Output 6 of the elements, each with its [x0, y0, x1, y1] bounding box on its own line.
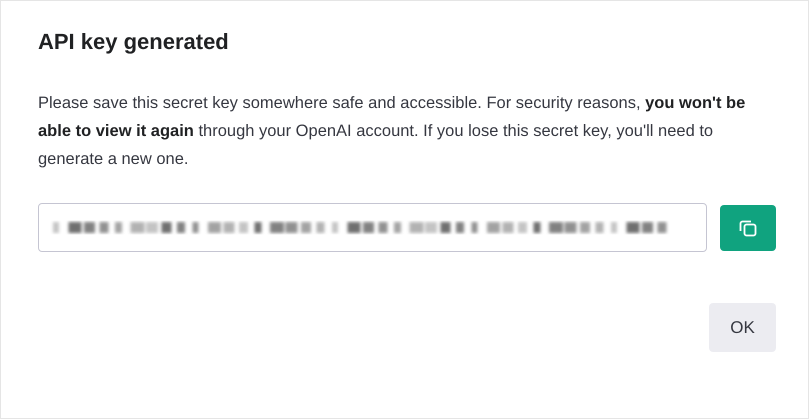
secret-key-field[interactable]: [38, 203, 708, 252]
ok-button[interactable]: OK: [709, 303, 776, 352]
dialog-title: API key generated: [38, 29, 229, 55]
copy-button[interactable]: [720, 204, 776, 250]
copy-icon: [738, 218, 758, 238]
dialog-message: Please save this secret key somewhere safe and accessible. For security reasons, you won't be able to view it again through your OpenAI account. If you lose this secret key, you'll need to generate a new one.: [38, 93, 746, 170]
